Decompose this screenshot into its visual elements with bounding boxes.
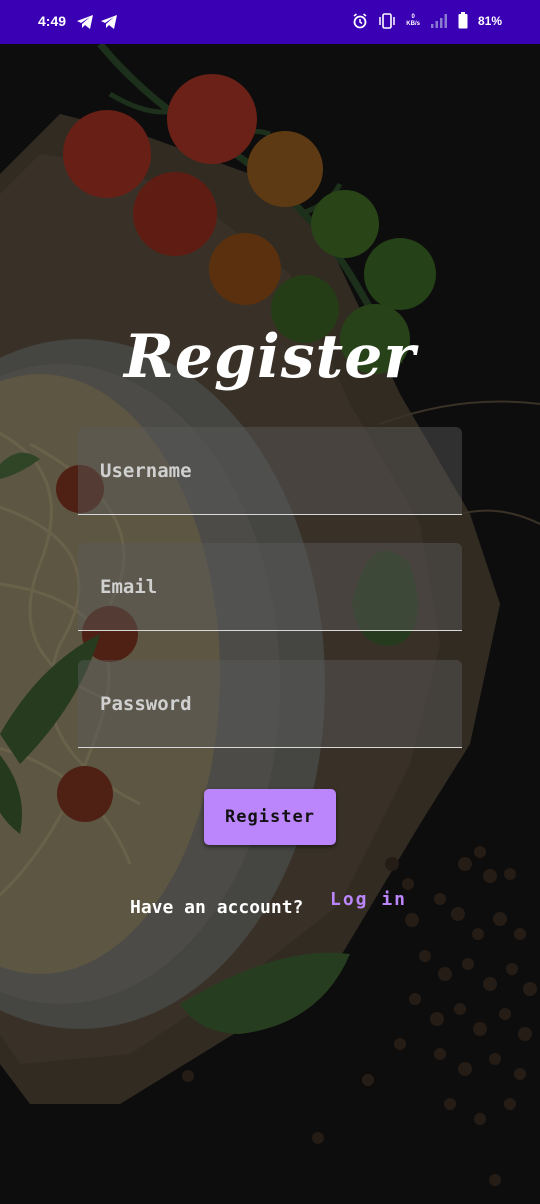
telegram-icon xyxy=(101,15,117,29)
username-field[interactable] xyxy=(78,427,462,515)
email-field[interactable] xyxy=(78,543,462,631)
alarm-icon xyxy=(353,12,367,28)
password-field[interactable] xyxy=(78,660,462,748)
telegram-icon xyxy=(77,15,93,29)
network-speed: 0 KB/s xyxy=(406,14,420,28)
status-time: 4:49 xyxy=(38,13,67,29)
password-input[interactable] xyxy=(78,660,462,747)
have-account-text: Have an account? xyxy=(130,897,304,918)
signal-icon xyxy=(430,13,447,28)
vibrate-icon xyxy=(379,12,396,29)
speed-value: 0 xyxy=(411,13,415,20)
page-title: Register xyxy=(123,322,417,392)
speed-unit: KB/s xyxy=(406,20,420,27)
status-bar: 4:49 0 KB/s 81% xyxy=(0,0,540,44)
battery-icon xyxy=(458,12,468,29)
email-input[interactable] xyxy=(78,543,462,630)
login-link[interactable]: Log in xyxy=(330,889,407,910)
username-input[interactable] xyxy=(78,427,462,514)
register-button[interactable]: Register xyxy=(204,789,336,845)
battery-percent: 81% xyxy=(477,13,502,28)
